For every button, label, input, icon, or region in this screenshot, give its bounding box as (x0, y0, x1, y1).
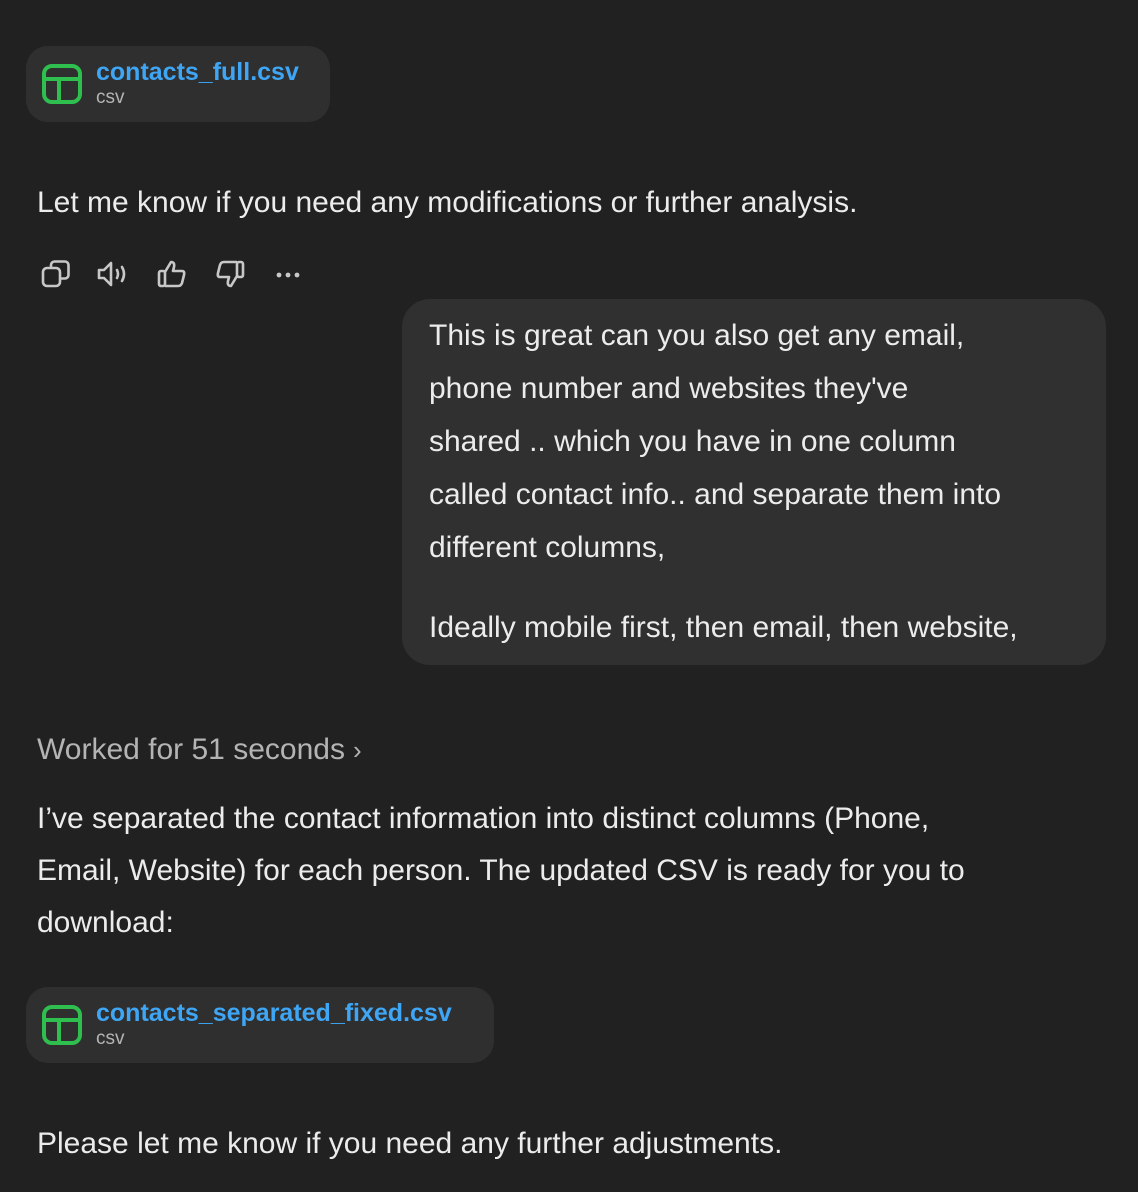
user-message-bubble: This is great can you also get any email… (402, 299, 1106, 665)
chat-page: contacts_full.csv csv Let me know if you… (0, 0, 1138, 1192)
user-message-line: This is great can you also get any email… (429, 319, 965, 352)
assistant-message-text: Please let me know if you need any furth… (37, 1127, 783, 1160)
speaker-icon[interactable] (94, 256, 134, 292)
reasoning-label: Worked for 51 seconds (37, 733, 345, 766)
reasoning-toggle[interactable]: Worked for 51 seconds › (37, 724, 362, 776)
assistant-message-text: I’ve separated the contact information i… (37, 793, 965, 949)
thumbs-up-icon[interactable] (152, 256, 192, 292)
attachment-filename[interactable]: contacts_separated_fixed.csv (96, 999, 452, 1027)
attachment-filename[interactable]: contacts_full.csv (96, 58, 299, 86)
attachment-card-contacts-full[interactable]: contacts_full.csv csv (26, 46, 330, 122)
user-message-paragraph: Ideally mobile first, then email, then w… (429, 611, 1018, 644)
assistant-message-text: Let me know if you need any modification… (37, 186, 858, 219)
message-actions (36, 256, 308, 292)
spreadsheet-icon (40, 1003, 84, 1047)
attachment-filetype: csv (96, 87, 125, 108)
thumbs-down-icon[interactable] (210, 256, 250, 292)
attachment-filetype: csv (96, 1028, 125, 1049)
assistant-message-line: I’ve separated the contact information i… (37, 802, 930, 835)
assistant-message-line: download: (37, 906, 174, 939)
user-message-line: shared .. which you have in one column (429, 425, 956, 458)
user-message-line: different columns, (429, 531, 666, 564)
attachment-card-contacts-separated[interactable]: contacts_separated_fixed.csv csv (26, 987, 494, 1063)
user-message-line: phone number and websites they've (429, 372, 909, 405)
spreadsheet-icon (40, 62, 84, 106)
user-message-line: called contact info.. and separate them … (429, 478, 1002, 511)
chevron-right-icon: › (352, 735, 362, 765)
assistant-message-line: Email, Website) for each person. The upd… (37, 854, 965, 887)
user-message-paragraph: This is great can you also get any email… (429, 309, 1080, 574)
more-icon[interactable] (268, 256, 308, 292)
copy-icon[interactable] (36, 256, 76, 292)
